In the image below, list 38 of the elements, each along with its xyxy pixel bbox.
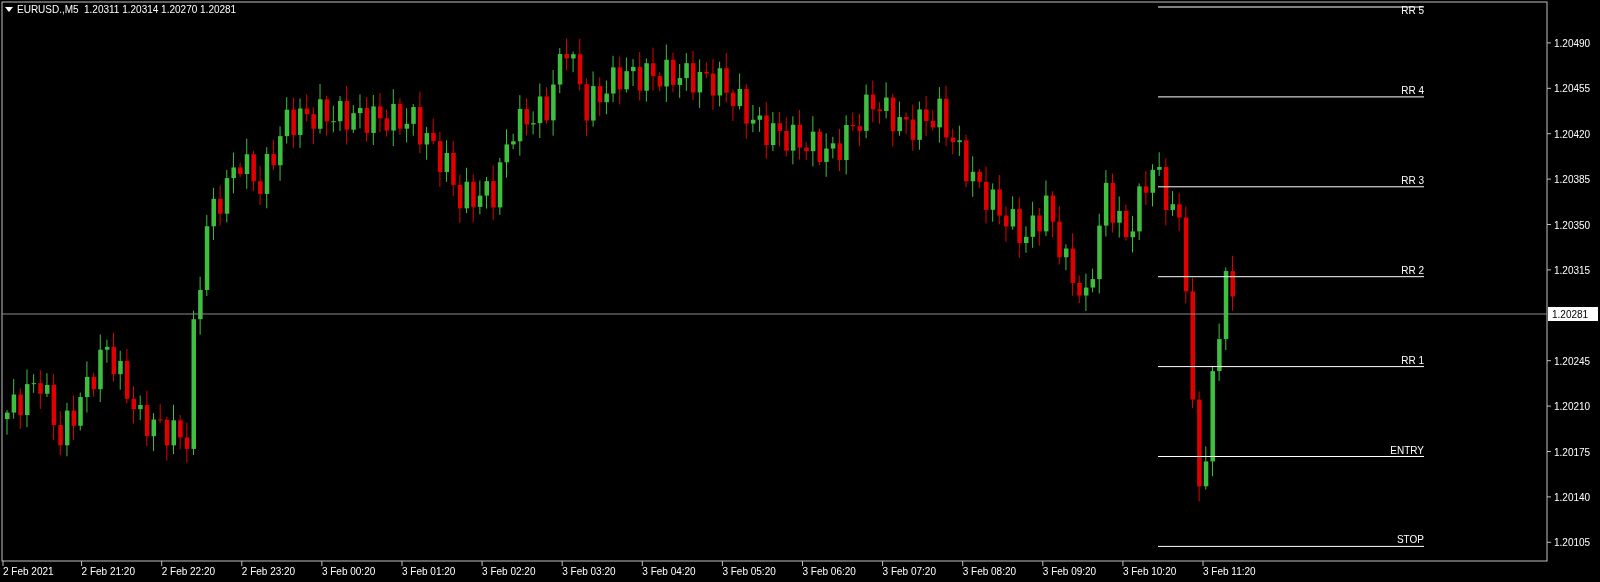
time-tick-label: 3 Feb 06:20 — [802, 566, 856, 577]
price-tick-label: 1.20420 — [1554, 128, 1591, 140]
time-tick-label: 3 Feb 00:20 — [321, 566, 376, 577]
time-tick-label: 3 Feb 11:20 — [1203, 566, 1256, 577]
level-label: RR 1 — [1401, 354, 1424, 366]
time-tick-label: 3 Feb 10:20 — [1122, 566, 1177, 577]
price-tick-label: 1.20175 — [1554, 446, 1591, 458]
current-price-badge: 1.20281 — [1548, 307, 1598, 321]
time-tick-label: 3 Feb 01:20 — [402, 566, 456, 577]
level-label: RR 2 — [1401, 264, 1424, 276]
price-tick-label: 1.20245 — [1554, 355, 1591, 367]
price-tick-label: 1.20350 — [1554, 219, 1591, 231]
level-label: ENTRY — [1390, 444, 1424, 456]
level-label: STOP — [1396, 534, 1424, 546]
price-tick-label: 1.20455 — [1554, 83, 1591, 95]
dropdown-triangle-icon[interactable] — [5, 7, 13, 12]
time-tick-label: 2 Feb 21:20 — [81, 566, 135, 577]
level-label: RR 3 — [1401, 174, 1424, 186]
price-tick-label: 1.20105 — [1554, 537, 1591, 549]
price-tick-label: 1.20210 — [1554, 401, 1591, 413]
ohlc-prices: 1.20311 1.20314 1.20270 1.20281 — [84, 4, 237, 15]
price-tick-label: 1.20315 — [1554, 264, 1591, 276]
time-tick-label: 3 Feb 04:20 — [642, 566, 696, 577]
time-tick-label: 3 Feb 09:20 — [1042, 566, 1097, 577]
time-tick-label: 3 Feb 03:20 — [562, 566, 616, 577]
price-tick-label: 1.20490 — [1554, 37, 1591, 49]
level-label: RR 4 — [1401, 84, 1424, 96]
time-tick-label: 3 Feb 07:20 — [882, 566, 936, 577]
time-tick-label: 2 Feb 23:20 — [241, 566, 296, 577]
time-tick-label: 3 Feb 05:20 — [722, 566, 776, 577]
time-tick-label: 2 Feb 22:20 — [161, 566, 216, 577]
price-tick-label: 1.20385 — [1554, 174, 1591, 186]
time-tick-label: 3 Feb 08:20 — [962, 566, 1017, 577]
time-tick-label: 2 Feb 2021 — [3, 566, 54, 577]
level-label: RR 5 — [1401, 5, 1424, 16]
time-tick-label: 3 Feb 02:20 — [482, 566, 536, 577]
symbol-label: EURUSD.,M5 — [17, 4, 79, 15]
price-tick-label: 1.20140 — [1554, 491, 1591, 503]
